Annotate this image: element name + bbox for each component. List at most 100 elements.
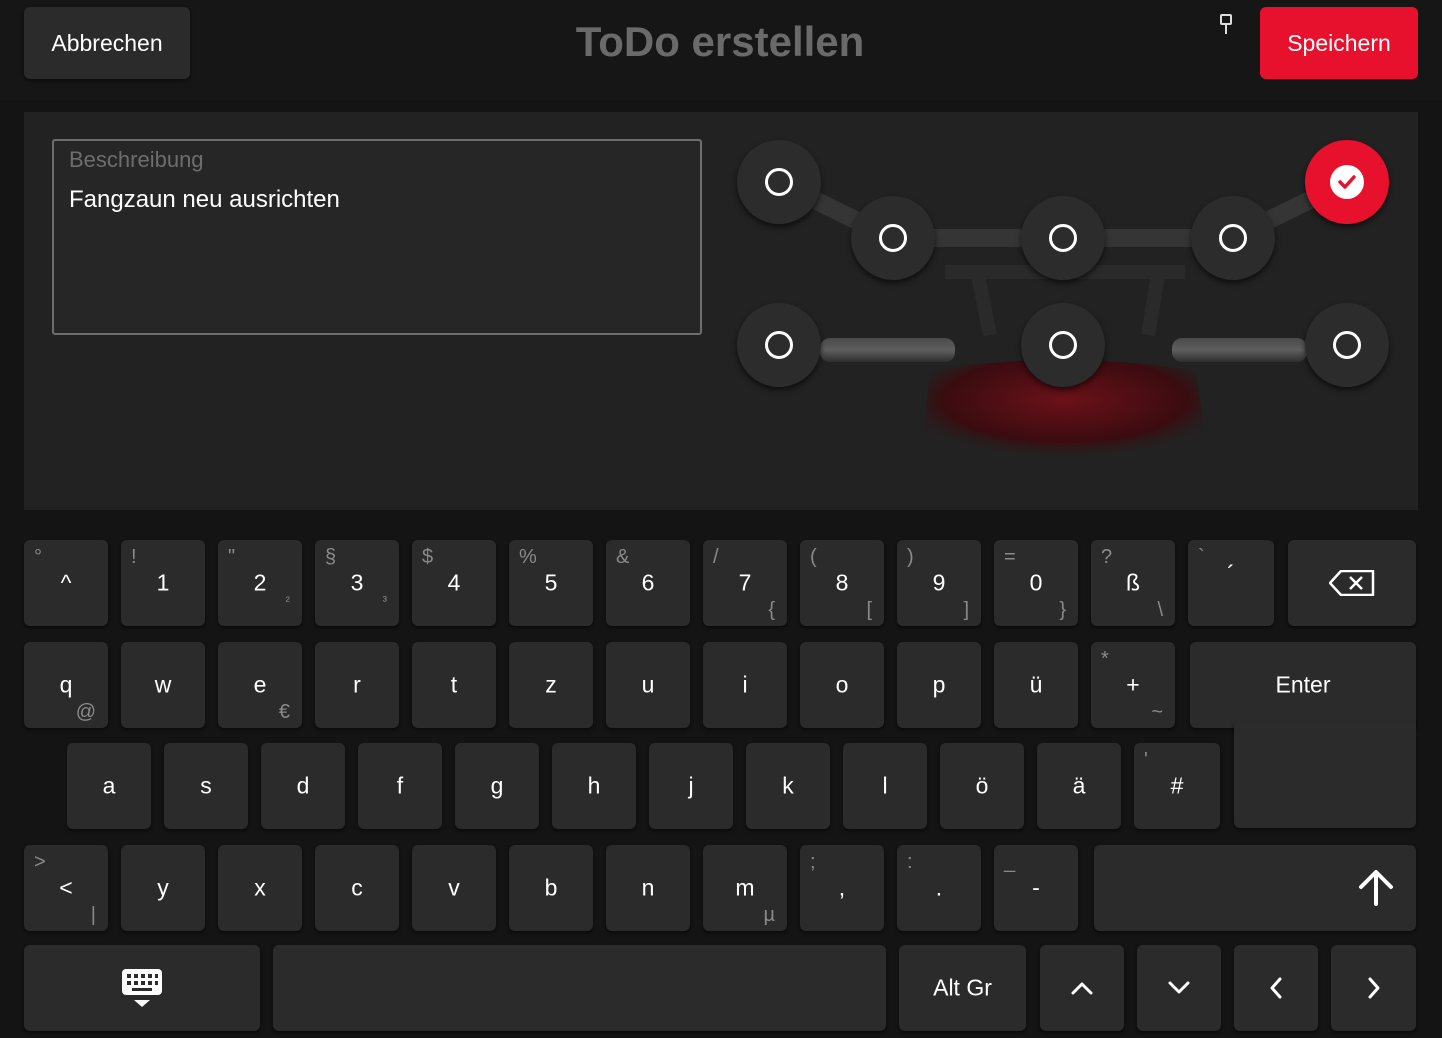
- key-1[interactable]: ! 1: [121, 540, 205, 626]
- key-o[interactable]: o: [800, 642, 884, 728]
- key-i[interactable]: i: [703, 642, 787, 728]
- key-label: 5: [544, 569, 558, 596]
- cursor-right-key[interactable]: [1331, 945, 1416, 1031]
- key-caret[interactable]: ° ^: [24, 540, 108, 626]
- enter-key[interactable]: Enter: [1190, 642, 1416, 728]
- key-label: o: [835, 671, 849, 698]
- key-4[interactable]: $4: [412, 540, 496, 626]
- key-acute[interactable]: ` ´: [1188, 540, 1274, 626]
- altgr-key[interactable]: Alt Gr: [899, 945, 1026, 1031]
- key-label: ^: [60, 569, 72, 596]
- key-3[interactable]: § 3 ³: [315, 540, 399, 626]
- key-alt-label: $: [422, 546, 434, 568]
- position-top-left[interactable]: [851, 196, 935, 280]
- space-key[interactable]: [273, 945, 886, 1031]
- key-m[interactable]: mµ: [703, 845, 787, 931]
- key-period[interactable]: :.: [897, 845, 981, 931]
- key-sz[interactable]: ? ß \: [1091, 540, 1175, 626]
- key-label: g: [490, 772, 504, 799]
- circle-outline-icon: [1333, 331, 1361, 359]
- position-top-far-right-selected[interactable]: [1305, 140, 1389, 224]
- key-minus[interactable]: _ -: [994, 845, 1078, 931]
- key-alt-label: ;: [810, 851, 816, 873]
- chevron-up-icon: [1071, 982, 1093, 995]
- key-ue[interactable]: ü: [994, 642, 1078, 728]
- page-title: ToDo erstellen: [575, 18, 865, 65]
- key-ae[interactable]: ä: [1037, 743, 1121, 829]
- key-plus[interactable]: * + ~: [1091, 642, 1175, 728]
- key-d[interactable]: d: [261, 743, 345, 829]
- key-7[interactable]: / 7 {: [703, 540, 787, 626]
- backspace-key[interactable]: [1288, 540, 1416, 626]
- circle-outline-icon: [765, 331, 793, 359]
- position-top-right[interactable]: [1191, 196, 1275, 280]
- description-input[interactable]: Fangzaun neu ausrichten: [69, 186, 340, 214]
- key-alt-label: §: [325, 546, 337, 568]
- key-j[interactable]: j: [649, 743, 733, 829]
- key-alt-label: °: [34, 546, 42, 568]
- key-z[interactable]: z: [509, 642, 593, 728]
- description-field[interactable]: Beschreibung Fangzaun neu ausrichten: [52, 139, 702, 335]
- key-altgr-label: }: [1059, 599, 1066, 621]
- key-8[interactable]: (8 [: [800, 540, 884, 626]
- key-label: p: [932, 671, 946, 698]
- key-p[interactable]: p: [897, 642, 981, 728]
- key-a[interactable]: a: [67, 743, 151, 829]
- key-c[interactable]: c: [315, 845, 399, 931]
- key-label: q: [59, 671, 73, 698]
- key-oe[interactable]: ö: [940, 743, 1024, 829]
- position-top-center[interactable]: [1021, 196, 1105, 280]
- key-0[interactable]: = 0}: [994, 540, 1078, 626]
- chevron-right-icon: [1368, 977, 1379, 999]
- key-t[interactable]: t: [412, 642, 496, 728]
- cursor-up-key[interactable]: [1040, 945, 1124, 1031]
- key-s[interactable]: s: [164, 743, 248, 829]
- key-q[interactable]: q @: [24, 642, 108, 728]
- key-w[interactable]: w: [121, 642, 205, 728]
- key-h[interactable]: h: [552, 743, 636, 829]
- key-label: ´: [1227, 560, 1235, 587]
- position-bottom-center[interactable]: [1021, 303, 1105, 387]
- enter-key-lower[interactable]: [1234, 722, 1416, 828]
- key-e[interactable]: e €: [218, 642, 302, 728]
- key-label: x: [254, 874, 266, 901]
- cursor-down-key[interactable]: [1137, 945, 1221, 1031]
- save-button[interactable]: Speichern: [1260, 7, 1418, 79]
- shift-key[interactable]: [1094, 845, 1416, 931]
- cursor-left-key[interactable]: [1234, 945, 1318, 1031]
- cancel-button[interactable]: Abbrechen: [24, 7, 190, 79]
- key-hash[interactable]: ' #: [1134, 743, 1220, 829]
- key-k[interactable]: k: [746, 743, 830, 829]
- key-x[interactable]: x: [218, 845, 302, 931]
- key-alt-label: _: [1004, 851, 1016, 873]
- key-alt-label: ": [228, 546, 236, 568]
- key-9[interactable]: ) 9]: [897, 540, 981, 626]
- key-alt-label: &: [616, 546, 630, 568]
- key-comma[interactable]: ;,: [800, 845, 884, 931]
- key-g[interactable]: g: [455, 743, 539, 829]
- key-altgr-label: €: [278, 701, 290, 723]
- key-l[interactable]: l: [843, 743, 927, 829]
- key-n[interactable]: n: [606, 845, 690, 931]
- position-bottom-left[interactable]: [737, 303, 821, 387]
- description-label: Beschreibung: [69, 147, 204, 172]
- key-b[interactable]: b: [509, 845, 593, 931]
- key-f[interactable]: f: [358, 743, 442, 829]
- keyboard-hide-icon: [122, 969, 162, 1007]
- position-top-far-left[interactable]: [737, 140, 821, 224]
- position-bottom-right[interactable]: [1305, 303, 1389, 387]
- key-5[interactable]: % 5: [509, 540, 593, 626]
- key-u[interactable]: u: [606, 642, 690, 728]
- key-6[interactable]: & 6: [606, 540, 690, 626]
- key-label: 8: [835, 569, 849, 596]
- hide-keyboard-key[interactable]: [24, 945, 260, 1031]
- key-r[interactable]: r: [315, 642, 399, 728]
- pin-icon: [1220, 14, 1232, 34]
- key-altgr-label: @: [75, 701, 96, 723]
- key-y[interactable]: y: [121, 845, 205, 931]
- key-2[interactable]: " 2 ²: [218, 540, 302, 626]
- key-v[interactable]: v: [412, 845, 496, 931]
- key-less[interactable]: > < |: [24, 845, 108, 931]
- key-label: m: [735, 874, 755, 901]
- key-altgr-label: \: [1157, 599, 1163, 621]
